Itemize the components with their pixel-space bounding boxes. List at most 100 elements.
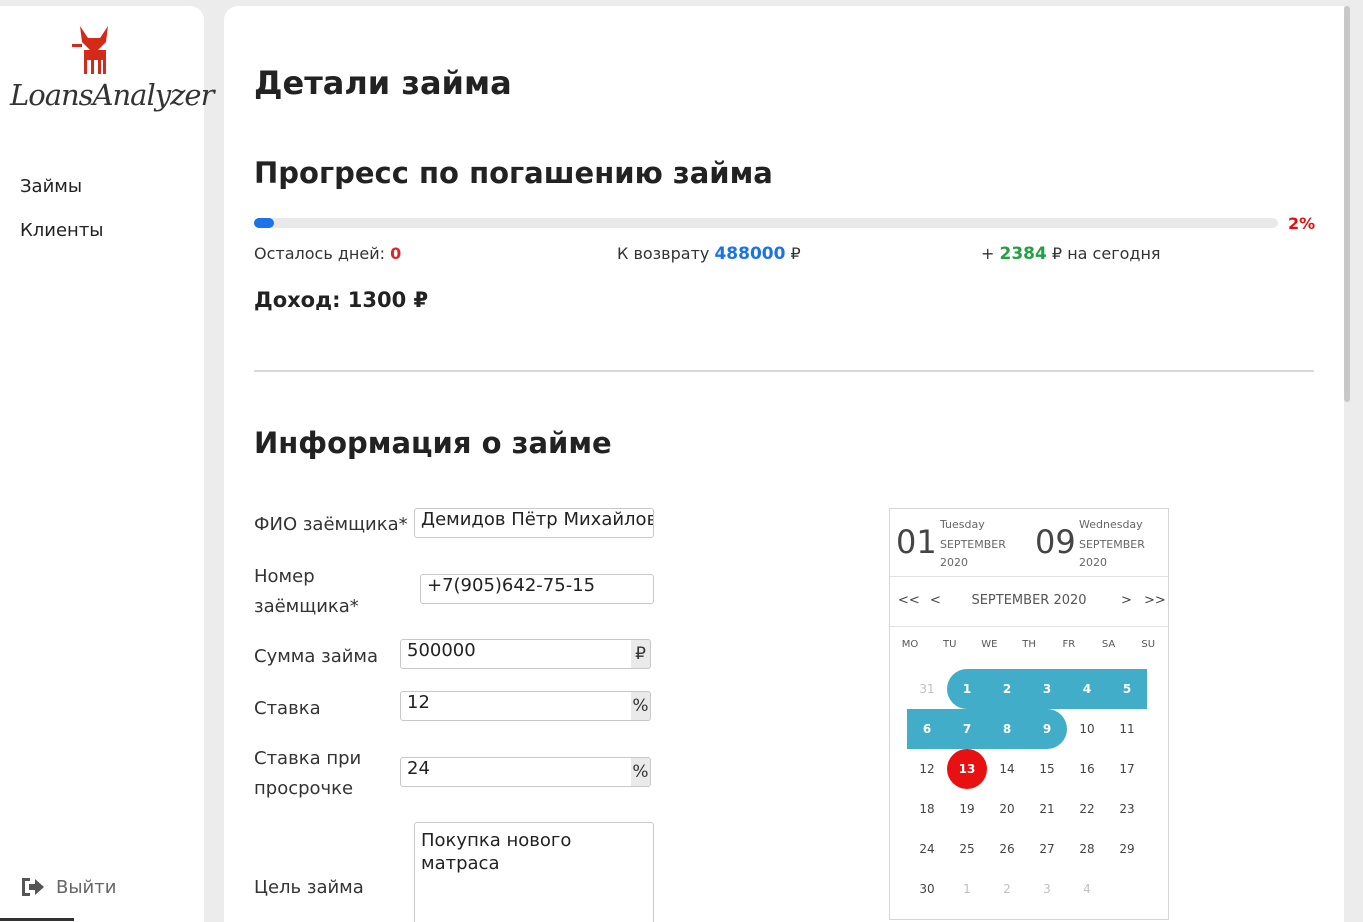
sidebar-item-clients[interactable]: Клиенты [20, 220, 104, 241]
weekday-header: FR [1062, 639, 1076, 650]
calendar-range-header: 01 Tuesday SEPTEMBER 2020 09 Wednesday S… [890, 509, 1168, 577]
overdue-label-line1: Ставка при [254, 748, 362, 769]
calendar-day[interactable]: 27 [1027, 829, 1067, 869]
income: Доход: 1300 ₽ [254, 288, 429, 312]
start-weekday: Tuesday [940, 518, 985, 531]
page-scrollbar[interactable] [1344, 6, 1350, 402]
to-return-value: 488000 [714, 244, 786, 264]
rate-label: Ставка [254, 698, 321, 719]
weekday-header: TH [1022, 639, 1036, 650]
date-range-calendar: 01 Tuesday SEPTEMBER 2020 09 Wednesday S… [889, 508, 1169, 920]
calendar-day[interactable]: 9 [1027, 709, 1067, 749]
calendar-day[interactable]: 2 [987, 669, 1027, 709]
calendar-day[interactable]: 16 [1067, 749, 1107, 789]
fio-input[interactable]: Демидов Пётр Михайлов [414, 508, 654, 538]
calendar-day[interactable]: 1 [947, 669, 987, 709]
weekday-header: TU [942, 639, 957, 650]
calendar-day[interactable]: 15 [1027, 749, 1067, 789]
calendar-day[interactable]: 13 [947, 749, 987, 789]
overdue-rate-label: Ставка при просрочке [254, 744, 361, 804]
calendar-day[interactable]: 11 [1107, 709, 1147, 749]
today-suffix: на сегодня [1067, 244, 1161, 263]
currency-symbol: ₽ [790, 244, 801, 263]
calendar-day[interactable]: 8 [987, 709, 1027, 749]
app-logo[interactable]: LoansAnalyzer [8, 22, 214, 122]
calendar-day[interactable]: 12 [907, 749, 947, 789]
calendar-day[interactable]: 25 [947, 829, 987, 869]
fio-label: ФИО заёмщика* [254, 514, 408, 535]
weekday-header: WE [981, 639, 998, 650]
amount-currency-addon: ₽ [631, 639, 651, 669]
purpose-textarea[interactable]: Покупка нового матраса [414, 822, 654, 922]
phone-input[interactable]: +7(905)642-75-15 [420, 574, 654, 604]
calendar-day[interactable]: 24 [907, 829, 947, 869]
calendar-day[interactable]: 23 [1107, 789, 1147, 829]
end-weekday: Wednesday [1079, 518, 1143, 531]
calendar-day[interactable]: 3 [1027, 869, 1067, 909]
end-year: 2020 [1079, 556, 1107, 569]
calendar-day[interactable]: 29 [1107, 829, 1147, 869]
overdue-rate-input[interactable]: 24 [400, 757, 632, 787]
rate-input[interactable]: 12 [400, 691, 632, 721]
overdue-label-line2: просрочке [254, 778, 354, 799]
calendar-day[interactable]: 5 [1107, 669, 1147, 709]
progress-bar-fill [254, 218, 275, 228]
calendar-day[interactable]: 18 [907, 789, 947, 829]
logout-icon [22, 878, 44, 896]
today-amount-value: 2384 [999, 244, 1047, 264]
calendar-day[interactable]: 6 [907, 709, 947, 749]
purpose-label: Цель займа [254, 877, 364, 898]
to-return-label: К возврату [617, 244, 710, 263]
next-year-button[interactable]: >> [1144, 593, 1166, 608]
weekday-header: SU [1141, 639, 1156, 650]
divider [254, 370, 1314, 372]
calendar-day[interactable]: 4 [1067, 669, 1107, 709]
calendar-day[interactable]: 26 [987, 829, 1027, 869]
phone-label: Номер заёмщика* [254, 562, 359, 622]
phone-label-line1: Номер [254, 566, 315, 587]
start-year: 2020 [940, 556, 968, 569]
calendar-day[interactable]: 28 [1067, 829, 1107, 869]
days-left-label: Осталось дней: [254, 244, 385, 263]
progress-bar [254, 218, 1278, 228]
today-amount: + 2384 ₽ на сегодня [981, 244, 1161, 264]
sidebar: LoansAnalyzer Займы Клиенты Выйти [0, 6, 214, 922]
calendar-day[interactable]: 19 [947, 789, 987, 829]
amount-input[interactable]: 500000 [400, 639, 632, 669]
end-day: 09 [1035, 523, 1076, 561]
rate-percent-addon: % [631, 691, 651, 721]
calendar-day[interactable]: 17 [1107, 749, 1147, 789]
next-month-button[interactable]: > [1121, 593, 1132, 608]
to-return: К возврату 488000 ₽ [617, 244, 801, 264]
calendar-day[interactable]: 14 [987, 749, 1027, 789]
progress-heading: Прогресс по погашению займа [254, 156, 773, 190]
logo-text: LoansAnalyzer [10, 78, 214, 112]
main-panel: Детали займа Прогресс по погашению займа… [224, 6, 1344, 922]
today-prefix: + [981, 244, 995, 263]
days-left-value: 0 [390, 244, 402, 263]
fox-icon [72, 26, 108, 74]
start-month: SEPTEMBER [940, 538, 1006, 551]
calendar-day[interactable]: 4 [1067, 869, 1107, 909]
start-day: 01 [896, 523, 937, 561]
calendar-day[interactable]: 2 [987, 869, 1027, 909]
sidebar-underline [0, 918, 74, 921]
phone-label-line2: заёмщика* [254, 596, 359, 617]
calendar-day[interactable]: 30 [907, 869, 947, 909]
calendar-day[interactable]: 3 [1027, 669, 1067, 709]
sidebar-item-loans[interactable]: Займы [20, 176, 82, 197]
end-month: SEPTEMBER [1079, 538, 1145, 551]
info-heading: Информация о займе [254, 426, 612, 460]
calendar-day[interactable]: 20 [987, 789, 1027, 829]
calendar-nav: << < SEPTEMBER 2020 > >> [890, 577, 1168, 627]
logout-button[interactable]: Выйти [20, 876, 116, 898]
calendar-day[interactable]: 21 [1027, 789, 1067, 829]
calendar-day[interactable]: 10 [1067, 709, 1107, 749]
calendar-day[interactable]: 22 [1067, 789, 1107, 829]
currency-symbol: ₽ [1051, 244, 1063, 263]
page-title: Детали займа [254, 64, 512, 102]
weekday-header: MO [901, 639, 919, 650]
calendar-day[interactable]: 31 [907, 669, 947, 709]
calendar-day[interactable]: 7 [947, 709, 987, 749]
calendar-day[interactable]: 1 [947, 869, 987, 909]
